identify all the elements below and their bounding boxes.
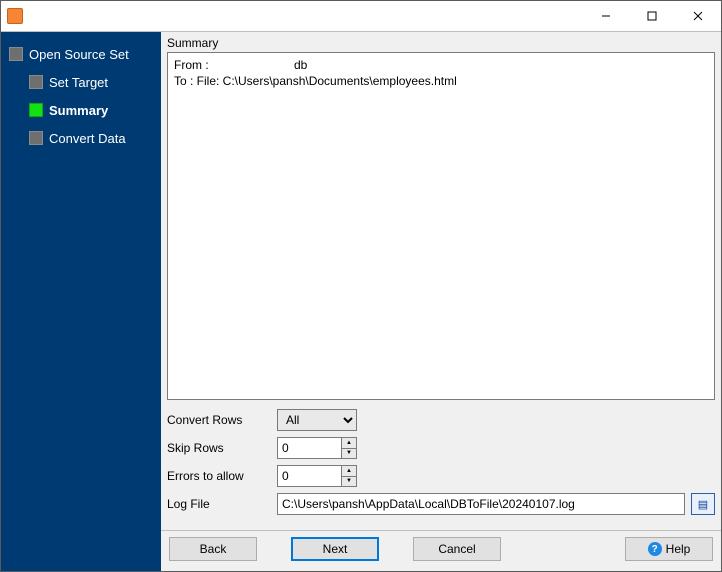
sidebar-item-convert-data[interactable]: Convert Data [1,124,161,152]
back-button[interactable]: Back [169,537,257,561]
app-icon [7,8,23,24]
convert-rows-label: Convert Rows [167,413,277,427]
summary-text: From :db To : File: C:\Users\pansh\Docume… [167,52,715,400]
sidebar-item-label: Summary [49,103,108,118]
wizard-buttons: Back Next Cancel ? Help [161,537,721,571]
browse-icon: ▤ [698,498,708,511]
maximize-button[interactable] [629,1,675,31]
summary-to-line: To : File: C:\Users\pansh\Documents\empl… [174,74,457,88]
minimize-button[interactable] [583,1,629,31]
summary-from-value: db [294,58,307,72]
errors-allow-up[interactable]: ▲ [342,466,356,477]
row-errors-allow: Errors to allow ▲ ▼ [167,462,715,490]
step-box-icon [9,47,23,61]
summary-from-label: From : [174,57,294,73]
separator [161,530,721,531]
sidebar-item-set-target[interactable]: Set Target [1,68,161,96]
skip-rows-down[interactable]: ▼ [342,449,356,459]
window-controls [583,1,721,31]
sidebar-item-label: Convert Data [49,131,126,146]
step-box-icon [29,75,43,89]
sidebar-item-label: Set Target [49,75,108,90]
sidebar-item-label: Open Source Set [29,47,129,62]
panel-heading: Summary [161,32,721,52]
sidebar: Open Source Set Set Target Summary Conve… [1,32,161,571]
sidebar-item-summary[interactable]: Summary [1,96,161,124]
close-button[interactable] [675,1,721,31]
errors-allow-input[interactable] [277,465,341,487]
help-icon: ? [648,542,662,556]
step-box-icon [29,103,43,117]
convert-rows-select[interactable]: All [277,409,357,431]
log-file-label: Log File [167,497,277,511]
errors-allow-label: Errors to allow [167,469,277,483]
skip-rows-up[interactable]: ▲ [342,438,356,449]
errors-allow-down[interactable]: ▼ [342,477,356,487]
next-button[interactable]: Next [291,537,379,561]
skip-rows-input[interactable] [277,437,341,459]
titlebar [1,1,721,31]
options-form: Convert Rows All Skip Rows ▲ ▼ Errors to… [167,406,715,518]
row-convert-rows: Convert Rows All [167,406,715,434]
row-skip-rows: Skip Rows ▲ ▼ [167,434,715,462]
sidebar-item-open-source-set[interactable]: Open Source Set [1,40,161,68]
skip-rows-label: Skip Rows [167,441,277,455]
main-panel: Summary From :db To : File: C:\Users\pans… [161,32,721,571]
cancel-button[interactable]: Cancel [413,537,501,561]
log-file-browse-button[interactable]: ▤ [691,493,715,515]
log-file-input[interactable] [277,493,685,515]
step-box-icon [29,131,43,145]
help-button[interactable]: ? Help [625,537,713,561]
row-log-file: Log File ▤ [167,490,715,518]
